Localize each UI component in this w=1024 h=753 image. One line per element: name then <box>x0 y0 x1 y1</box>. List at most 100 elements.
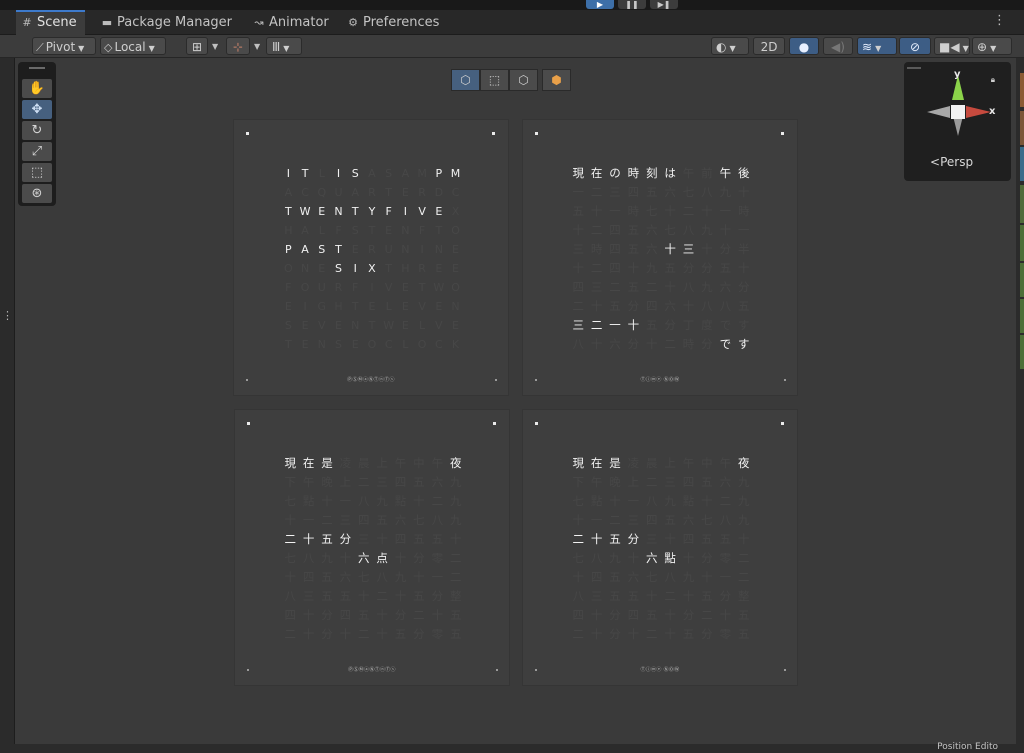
letter-row: 八三五五十二十五分整 <box>281 587 465 606</box>
dim-letter: 分 <box>413 627 425 641</box>
left-dock-strip: ⋮ <box>0 35 15 753</box>
view-mode-shaded-button[interactable]: ⬢ <box>542 69 571 91</box>
bulb-icon: ● <box>798 40 810 54</box>
view-mode-wire-button[interactable]: ⬡ <box>509 69 538 91</box>
dim-letter: 八 <box>590 551 603 565</box>
scale-tool-button[interactable]: ⤢ <box>22 142 52 161</box>
dim-letter: 十 <box>339 551 352 565</box>
pause-button[interactable]: ❚❚ <box>618 0 646 9</box>
dim-letter: 晨 <box>358 456 370 470</box>
tab-scene[interactable]: # Scene <box>16 10 85 36</box>
move-tool-button[interactable]: ✥ <box>22 100 52 119</box>
effects-dropdown[interactable]: ≋ ▼ <box>857 37 897 55</box>
increment-snap-button[interactable]: ⊹ <box>226 37 250 55</box>
corner-marker <box>493 422 496 425</box>
more-options-icon[interactable]: ⋮ <box>993 13 1006 28</box>
dim-letter: 二 <box>358 627 370 641</box>
dim-letter: 十 <box>682 589 695 603</box>
brand-label: Ⓣⓘⓜⓔ ⓃⓄⓌ <box>640 377 680 383</box>
word-clock-japanese[interactable]: 現在の時刻は午前午後一二三四五六七八九十五十一時七十二十一時十二四五六七八九十一… <box>523 120 797 395</box>
camera-dropdown[interactable]: ■◀ ▼ <box>934 37 970 55</box>
transform-tool-button[interactable]: ⊛ <box>22 184 52 203</box>
gizmos-dropdown[interactable]: ⊕ ▼ <box>972 37 1012 55</box>
letter-row: 三二一十五分丁度です <box>569 316 753 335</box>
dim-letter: 四 <box>646 513 658 527</box>
lighting-toggle[interactable]: ● <box>789 37 819 55</box>
local-dropdown[interactable]: ◇ Local ▼ <box>100 37 166 55</box>
dim-letter: T <box>435 224 443 237</box>
dim-letter: 十 <box>590 627 603 641</box>
dim-letter: 九 <box>449 475 462 489</box>
dim-letter: S <box>284 319 292 332</box>
dim-letter: 晨 <box>646 456 658 470</box>
dim-letter: T <box>368 319 376 332</box>
bottom-tab-label[interactable]: Position Edito <box>937 742 998 752</box>
dim-letter: 二 <box>682 204 695 218</box>
tools-overlay: ✋ ✥ ↻ ⤢ ⬚ ⊛ <box>18 62 56 206</box>
word-clock-english[interactable]: ITLISASAMPMACQUARTERDCTWENTYFIVEXHALFSTE… <box>234 120 508 395</box>
dim-letter: 二 <box>609 513 621 527</box>
dim-letter: 一 <box>339 494 352 508</box>
dim-letter: V <box>435 319 443 332</box>
toggle-2d-button[interactable]: 2D <box>753 37 785 55</box>
grid-visibility-button[interactable]: Ⅲ ▼ <box>266 37 302 55</box>
letter-row: SEVENTWELVE <box>280 316 464 335</box>
draw-mode-dropdown[interactable]: ◐ ▼ <box>711 37 749 55</box>
play-button[interactable]: ▶ <box>586 0 614 9</box>
dim-letter: 時 <box>627 204 640 218</box>
dim-letter: 四 <box>394 475 407 489</box>
letter-row: 現在是凌晨上午中午夜 <box>569 454 753 473</box>
tab-package-manager[interactable]: ▬ Package Manager <box>96 12 240 34</box>
word-clock-chinese-simplified[interactable]: 現在是凌晨上午中午夜下午晚上二三四五六九七點十一八九點十二九十一二三四五六七八九… <box>235 410 509 685</box>
speaker-icon: ◀) <box>831 40 845 54</box>
chevron-down-icon: ▼ <box>990 44 997 53</box>
overlay-drag-handle[interactable] <box>29 67 45 69</box>
tab-animator[interactable]: ↝ Animator <box>248 12 337 34</box>
grid-snap-button[interactable]: ⊞ <box>186 37 208 55</box>
scene-visibility-toggle[interactable]: ⊘ <box>899 37 931 55</box>
dim-letter: E <box>401 186 409 199</box>
chevron-down-icon[interactable]: ▼ <box>254 42 260 51</box>
drag-handle-icon[interactable]: ⋮ <box>2 309 13 322</box>
dim-letter: E <box>284 300 292 313</box>
lit-letter: S <box>335 262 342 275</box>
view-mode-rect-button[interactable]: ⬚ <box>480 69 509 91</box>
letter-row: 十二四五六七八九十一 <box>569 221 753 240</box>
letter-row: 七八九十六點十分零二 <box>569 549 753 568</box>
pivot-dropdown[interactable]: ⟋ Pivot ▼ <box>32 37 96 55</box>
grid-snap-icon: ⊞ <box>191 40 203 54</box>
audio-toggle[interactable]: ◀) <box>823 37 853 55</box>
orientation-gizmo[interactable]: 🔒︎ y x <Persp <box>904 62 1011 181</box>
word-clock-chinese-traditional[interactable]: 現在是凌晨上午中午夜下午晚上二三四五六九七點十一八九點十二九十一二三四五六七八九… <box>523 410 797 685</box>
dim-letter: R <box>418 262 426 275</box>
dim-letter: 晚 <box>609 475 621 489</box>
hand-tool-button[interactable]: ✋ <box>22 79 52 98</box>
dim-letter: 三 <box>609 185 621 199</box>
lit-letter: 二 <box>572 532 584 546</box>
dim-letter: 八 <box>719 299 732 313</box>
dim-letter: V <box>318 319 326 332</box>
tab-preferences[interactable]: ⚙ Preferences <box>342 12 447 34</box>
perspective-toggle[interactable]: <Persp <box>930 155 973 169</box>
view-mode-3d-button[interactable]: ⬡ <box>451 69 480 91</box>
dim-letter: 六 <box>719 475 732 489</box>
rect-tool-button[interactable]: ⬚ <box>22 163 52 182</box>
letter-row: 四十分四五十分二十五 <box>281 606 465 625</box>
lit-letter: 一 <box>609 318 621 332</box>
step-button[interactable]: ▶❚ <box>650 0 678 9</box>
rotate-tool-button[interactable]: ↻ <box>22 121 52 140</box>
lit-letter: I <box>403 205 407 218</box>
dim-letter: 一 <box>431 570 444 584</box>
chevron-down-icon[interactable]: ▼ <box>212 42 218 51</box>
dim-letter: 八 <box>701 185 713 199</box>
dim-letter: 十 <box>627 261 640 275</box>
letter-row: 十一二三四五六七八九 <box>569 511 753 530</box>
dim-letter: 分 <box>394 608 407 622</box>
dim-letter: O <box>367 338 377 351</box>
dim-letter: 八 <box>358 494 370 508</box>
letter-row: 七點十一八九點十二九 <box>569 492 753 511</box>
chevron-down-icon: ▼ <box>729 44 736 53</box>
chevron-down-icon: ▼ <box>283 44 290 53</box>
dim-letter: E <box>401 281 409 294</box>
dim-letter: 半 <box>737 242 750 256</box>
